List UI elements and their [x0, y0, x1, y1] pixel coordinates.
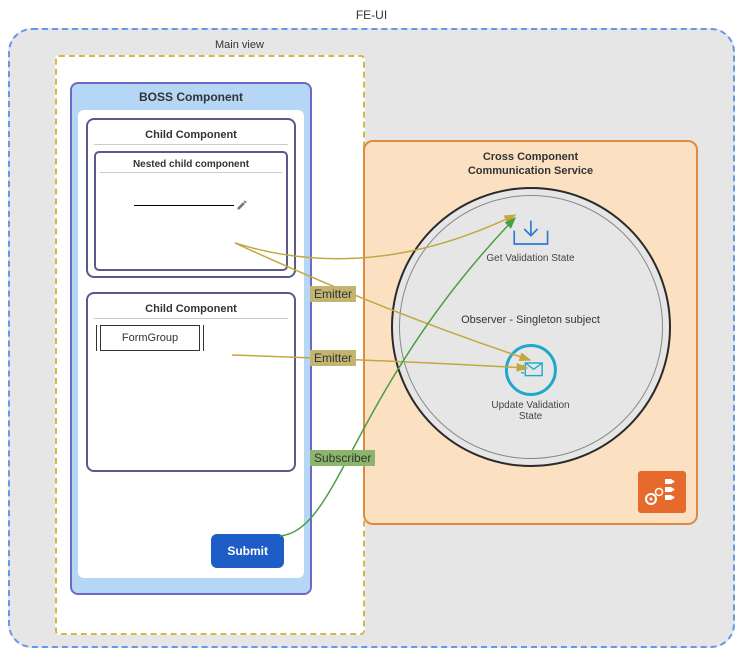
child-component-2: Child Component FormGroup — [86, 292, 296, 472]
submit-button[interactable]: Submit — [211, 534, 284, 568]
get-validation-label: Get Validation State — [486, 253, 574, 264]
inbox-icon — [510, 219, 550, 249]
service-title-line-2: Communication Service — [468, 165, 593, 177]
fe-ui-title: FE-UI — [356, 8, 387, 22]
boss-component: BOSS Component Child Component Nested ch… — [70, 82, 312, 595]
input-underline — [134, 205, 234, 206]
subscriber-label: Subscriber — [310, 450, 375, 466]
child-component-1: Child Component Nested child component — [86, 118, 296, 278]
gears-flow-icon — [638, 471, 686, 513]
main-view-title: Main view — [215, 39, 264, 51]
service-title-line-1: Cross Component — [483, 151, 578, 163]
observer-circle: Get Validation State Observer - Singleto… — [391, 187, 671, 467]
observer-singleton-label: Observer - Singleton subject — [461, 314, 600, 326]
pencil-icon — [236, 199, 248, 211]
emitter-label-2: Emitter — [310, 350, 356, 366]
boss-component-header: BOSS Component — [72, 84, 310, 110]
emitter-label-1: Emitter — [310, 286, 356, 302]
nested-input-line — [100, 199, 282, 211]
service-header: Cross Component Communication Service — [365, 142, 696, 187]
nested-child-header: Nested child component — [100, 157, 282, 173]
nested-child-component: Nested child component — [94, 151, 288, 271]
child-component-2-header: Child Component — [94, 300, 288, 319]
send-icon — [516, 360, 544, 380]
fe-ui-container: Main view BOSS Component Child Component… — [8, 28, 735, 648]
get-validation-state-node: Get Validation State — [486, 219, 574, 264]
cross-component-service: Cross Component Communication Service Ge… — [363, 140, 698, 525]
boss-component-body: Child Component Nested child component C… — [78, 110, 304, 578]
update-icon-circle — [504, 344, 556, 396]
form-group-label: FormGroup — [100, 325, 200, 351]
update-validation-label: Update Validation State — [491, 400, 569, 422]
update-validation-state-node: Update Validation State — [491, 344, 569, 422]
child-component-1-header: Child Component — [94, 126, 288, 145]
